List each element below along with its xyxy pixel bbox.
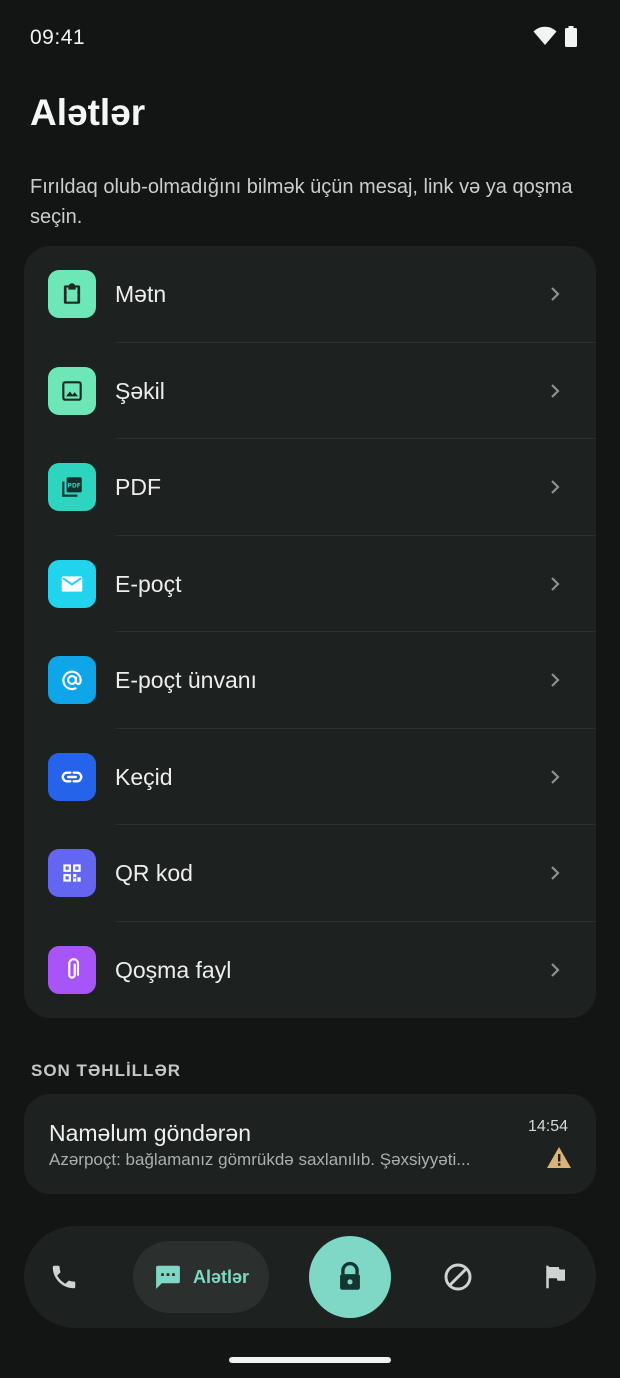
warning-icon — [547, 1147, 571, 1168]
tool-row-email-address[interactable]: E-poçt ünvanı — [24, 632, 596, 729]
tool-label-pdf: PDF — [115, 474, 161, 500]
chevron-right-icon — [551, 962, 560, 977]
pdf-icon: PDF — [48, 463, 96, 511]
status-time: 09:41 — [30, 26, 86, 49]
tool-label-link: Keçid — [115, 763, 173, 790]
recent-time: 14:54 — [528, 1118, 569, 1135]
home-indicator[interactable] — [229, 1357, 391, 1363]
tool-row-qr-code[interactable]: QR kod — [24, 825, 596, 922]
image-icon — [48, 366, 96, 415]
tool-row-link[interactable]: Keçid — [24, 729, 596, 825]
tool-row-attachment[interactable]: Qoşma fayl — [24, 922, 596, 1019]
lock-icon — [340, 1261, 360, 1290]
phone-icon — [52, 1265, 76, 1289]
nav-reports[interactable] — [535, 1257, 575, 1297]
tool-row-pdf[interactable]: PDF PDF — [24, 439, 596, 536]
nav-protect[interactable] — [309, 1236, 391, 1318]
status-bar: 09:41 — [0, 0, 620, 76]
recent-sender: Naməlum göndərən — [49, 1120, 252, 1146]
bottom-navigation: Alətlər — [24, 1226, 596, 1328]
tool-row-email[interactable]: E-poçt — [24, 536, 596, 632]
paperclip-icon — [48, 945, 96, 994]
link-icon — [48, 752, 96, 801]
tool-label-attachment: Qoşma fayl — [115, 956, 232, 983]
chevron-right-icon — [551, 287, 560, 301]
flag-icon — [546, 1265, 565, 1289]
wifi-icon — [533, 26, 557, 45]
chevron-right-icon — [551, 673, 560, 687]
nav-tools[interactable]: Alətlər — [133, 1241, 269, 1313]
tool-label-email-address: E-poçt ünvanı — [115, 667, 257, 693]
svg-text:PDF: PDF — [67, 483, 80, 490]
chevron-right-icon — [551, 383, 560, 398]
mail-icon — [48, 559, 96, 608]
tool-row-text[interactable]: Mətn — [24, 246, 596, 343]
tool-label-image: Şəkil — [115, 377, 165, 404]
recent-preview: Azərpoçt: bağlamanız gömrükdə saxlanılıb… — [49, 1150, 471, 1169]
tool-label-email: E-poçt — [115, 570, 182, 597]
recent-analysis-item[interactable]: Naməlum göndərən Azərpoçt: bağlamanız gö… — [24, 1094, 596, 1194]
message-icon — [156, 1265, 180, 1289]
tools-list: Mətn Şəkil PDF PDF E-poçt E-poçt ünvanı … — [24, 246, 596, 1018]
chevron-right-icon — [551, 866, 560, 880]
block-icon — [444, 1263, 472, 1291]
clipboard-icon — [48, 270, 96, 318]
page-subtitle: Fırıldaq olub-olmadığını bilmək üçün mes… — [30, 176, 573, 228]
at-sign-icon — [48, 656, 96, 704]
nav-blocked[interactable] — [438, 1257, 478, 1297]
nav-tools-label: Alətlər — [192, 1266, 250, 1287]
chevron-right-icon — [551, 576, 560, 591]
qr-code-icon — [48, 849, 96, 897]
battery-icon — [565, 26, 577, 47]
nav-calls[interactable] — [44, 1257, 84, 1297]
tools-screen: 09:41 Alətlər Fırıldaq olub-olmadığını b… — [0, 0, 620, 1378]
page-title: Alətlər — [30, 92, 146, 133]
tool-label-qr-code: QR kod — [115, 860, 193, 886]
recent-analyses-heading: SON TƏHLİLLƏR — [31, 1061, 182, 1080]
tool-row-image[interactable]: Şəkil — [24, 343, 596, 439]
chevron-right-icon — [551, 769, 560, 784]
chevron-right-icon — [551, 480, 560, 494]
tool-label-text: Mətn — [115, 281, 167, 307]
